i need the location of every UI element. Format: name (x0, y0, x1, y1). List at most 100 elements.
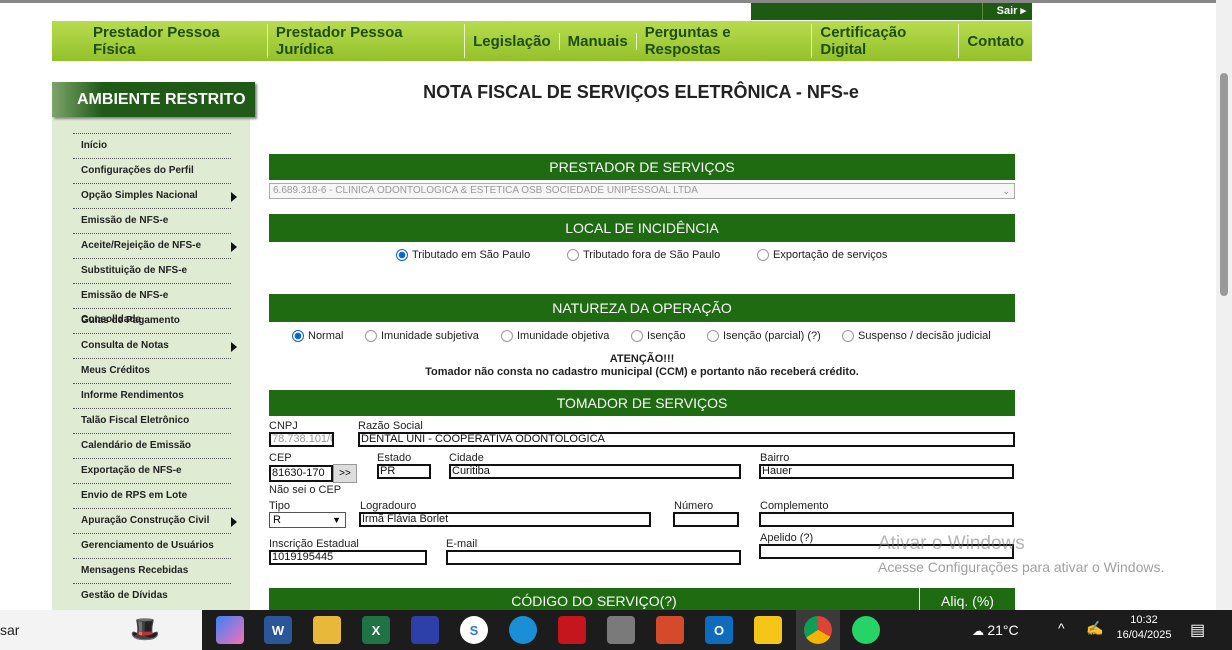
snipping-tool-icon[interactable] (656, 616, 684, 644)
cep-input[interactable]: 81630-170 (269, 465, 333, 482)
nao-sei-cep-link[interactable]: Não sei o CEP (269, 484, 341, 496)
sidebar-item[interactable]: Talão Fiscal Eletrônico (73, 408, 231, 433)
nav-manuais[interactable]: Manuais (560, 32, 637, 50)
sidebar-item[interactable]: Emissão de NFS-e (73, 208, 231, 233)
sticky-notes-icon[interactable] (754, 616, 782, 644)
radio-exportacao[interactable]: Exportação de serviços (757, 249, 887, 261)
estado-input[interactable]: PR (377, 464, 431, 479)
sidebar-item[interactable]: Opção Simples Nacional (73, 183, 237, 208)
acrobat-icon[interactable] (558, 616, 586, 644)
excel-icon[interactable]: X (362, 616, 390, 644)
radio-suspenso[interactable]: Suspenso / decisão judicial (842, 330, 991, 342)
search-decoration-icon: 🎩 (130, 616, 160, 643)
bairro-input[interactable]: Hauer (759, 464, 1014, 479)
prestador-select[interactable]: 6.689.318-6 - CLINICA ODONTOLOGICA & EST… (269, 183, 1015, 199)
radio-label: Tributado em São Paulo (412, 249, 531, 261)
logradouro-input[interactable]: Irmã Flávia Borlet (359, 512, 651, 527)
edge-icon[interactable] (509, 616, 537, 644)
sidebar-item[interactable]: Calendário de Emissão (73, 433, 231, 458)
cep-search-button[interactable]: >> (333, 464, 357, 483)
radio-icon (757, 249, 769, 261)
radio-icon (631, 330, 643, 342)
clock-time: 10:32 (1130, 614, 1158, 626)
taskbar-search[interactable]: sar 🎩 (0, 610, 202, 650)
scrollbar-thumb[interactable] (1220, 73, 1228, 296)
clock-date: 16/04/2025 (1116, 629, 1172, 641)
radio-normal[interactable]: Normal (292, 330, 343, 342)
word-icon[interactable]: W (264, 616, 292, 644)
inscricao-estadual-input[interactable]: 1019195445 (269, 550, 427, 565)
warning-title: ATENÇÃO!!! (609, 353, 675, 365)
sidebar-item[interactable]: Apuração Construção Civil (73, 508, 237, 533)
nav-contato[interactable]: Contato (959, 33, 1032, 50)
bairro-label: Bairro (760, 452, 790, 464)
app-s-icon[interactable]: S (460, 616, 488, 644)
sidebar-item[interactable]: Gestão de Dívidas (73, 583, 231, 608)
app-icon[interactable] (411, 616, 439, 644)
ie-label: Inscrição Estadual (269, 538, 359, 550)
submenu-arrow-icon (231, 517, 237, 527)
cidade-label: Cidade (449, 452, 484, 464)
sidebar-item[interactable]: Substituição de NFS-e (73, 258, 231, 283)
radio-label: Isenção (parcial) (?) (723, 330, 821, 342)
codigo-servico-header: CÓDIGO DO SERVIÇO(?) (269, 588, 919, 612)
whatsapp-icon[interactable] (852, 616, 880, 644)
sidebar-item[interactable]: Gerenciamento de Usuários (73, 533, 231, 558)
nav-prestador-pf[interactable]: Prestador Pessoa Física (88, 24, 268, 58)
numero-input[interactable] (673, 512, 739, 527)
nav-certificacao[interactable]: Certificação Digital (812, 24, 960, 58)
radio-tributado-fora[interactable]: Tributado fora de São Paulo (567, 249, 720, 261)
notifications-icon[interactable]: ▤ (1190, 620, 1205, 640)
submenu-arrow-icon (231, 242, 237, 252)
cnpj-input[interactable]: 78.738.101/0 (269, 432, 334, 447)
outlook-icon[interactable]: O (705, 616, 733, 644)
logout-link[interactable]: Sair ▸ (981, 3, 1026, 20)
calculator-icon[interactable] (607, 616, 635, 644)
weather-widget[interactable]: ☁ 21°C (972, 622, 1019, 638)
radio-imunidade-objetiva[interactable]: Imunidade objetiva (501, 330, 609, 342)
radio-icon (501, 330, 513, 342)
radio-isencao[interactable]: Isenção (631, 330, 686, 342)
sidebar-item[interactable]: Meus Créditos (73, 358, 231, 383)
radio-label: Tributado fora de São Paulo (583, 249, 721, 261)
sidebar-item-label: Meus Créditos (81, 365, 150, 376)
sidebar-item[interactable]: Consulta de Notas (73, 333, 237, 358)
email-input[interactable] (446, 550, 741, 565)
sidebar-item-label: Aceite/Rejeição de NFS-e (81, 240, 202, 251)
sidebar-item[interactable]: Aceite/Rejeição de NFS-e (73, 233, 237, 258)
nav-legislacao[interactable]: Legislação (465, 32, 560, 50)
window-edge (0, 0, 1232, 3)
sidebar-item-label: Apuração Construção Civil (81, 515, 210, 526)
cidade-input[interactable]: Curitiba (449, 464, 741, 479)
logradouro-label: Logradouro (360, 500, 417, 512)
razao-social-input[interactable]: DENTAL UNI - COOPERATIVA ODONTOLOGICA (358, 432, 1015, 447)
sidebar-item[interactable]: Envio de RPS em Lote (73, 483, 231, 508)
file-explorer-icon[interactable] (313, 616, 341, 644)
copilot-icon[interactable] (216, 616, 244, 644)
radio-imunidade-subjetiva[interactable]: Imunidade subjetiva (365, 330, 479, 342)
complemento-input[interactable] (759, 512, 1014, 527)
sidebar-item[interactable]: Emissão de NFS-e Consolidada (73, 283, 231, 325)
natureza-header: NATUREZA DA OPERAÇÃO (269, 294, 1015, 322)
warning-box: ATENÇÃO!!! Tomador não consta no cadastro… (269, 353, 1015, 379)
pen-icon[interactable]: ✍ (1086, 620, 1103, 637)
radio-tributado-sp[interactable]: Tributado em São Paulo (396, 249, 530, 261)
aliquota-header: Aliq. (%) (920, 588, 1015, 612)
clock[interactable]: 10:32 16/04/2025 (1114, 614, 1174, 641)
sidebar-item[interactable]: Informe Rendimentos (73, 383, 231, 408)
chevron-up-icon[interactable]: ^ (1058, 620, 1065, 636)
sidebar-item[interactable]: Guias de Pagamento (73, 308, 231, 333)
radio-label: Normal (308, 330, 344, 342)
sidebar-item[interactable]: Início (73, 133, 231, 158)
nav-prestador-pj[interactable]: Prestador Pessoa Jurídica (268, 24, 466, 58)
sidebar-item[interactable]: Exportação de NFS-e (73, 458, 231, 483)
sidebar-item[interactable]: Mensagens Recebidas (73, 558, 231, 583)
sidebar-item-label: Emissão de NFS-e (81, 215, 169, 226)
sidebar-item[interactable]: Configurações do Perfil (73, 158, 231, 183)
sidebar-item-label: Informe Rendimentos (81, 390, 184, 401)
radio-isencao-parcial[interactable]: Isenção (parcial) (?) (707, 330, 821, 342)
nav-perguntas[interactable]: Perguntas e Respostas (637, 24, 813, 58)
tipo-select[interactable]: R ▼ (269, 512, 346, 528)
chrome-icon[interactable] (804, 616, 832, 644)
sidebar-item-label: Gestão de Dívidas (81, 590, 168, 601)
